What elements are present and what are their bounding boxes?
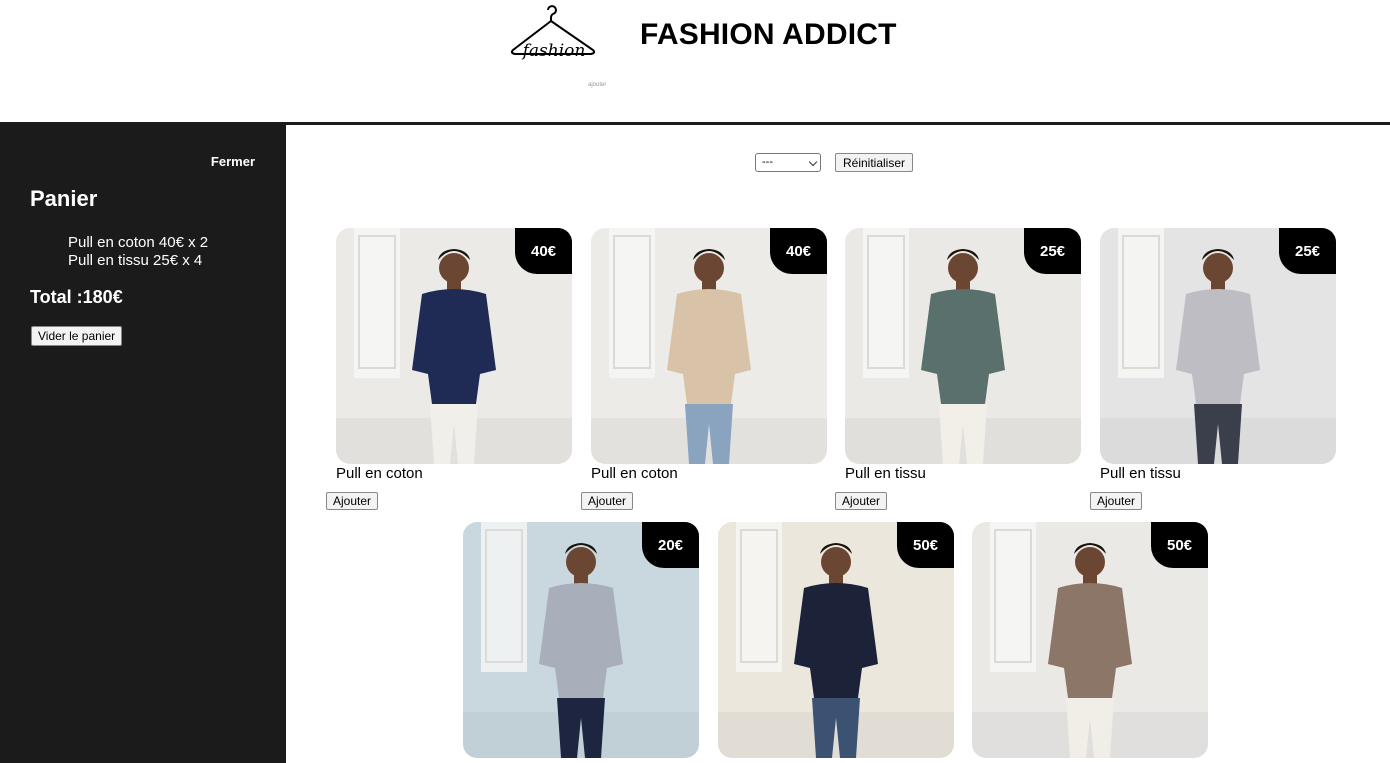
svg-text:fashion: fashion <box>521 41 586 61</box>
price-badge: 40€ <box>515 228 572 274</box>
chevron-down-icon <box>808 157 818 167</box>
cart-total: Total :180€ <box>30 287 123 307</box>
brand-title: FASHION ADDICT <box>640 18 897 51</box>
site-header: fashion ajouter FASHION ADDICT <box>0 0 1390 122</box>
add-to-cart-button[interactable]: Ajouter <box>326 492 379 510</box>
logo-caption: ajouter <box>588 82 607 88</box>
cart-item: Pull en coton 40€ x 2 <box>68 234 209 251</box>
price-badge: 50€ <box>1151 522 1208 568</box>
price-badge: 25€ <box>1024 228 1081 274</box>
price-badge: 20€ <box>642 522 699 568</box>
price-badge: 25€ <box>1279 228 1336 274</box>
add-to-cart-button[interactable]: Ajouter <box>1090 492 1143 510</box>
cart-sidebar: Fermer Panier Pull en coton 40€ x 2 Pull… <box>0 124 286 763</box>
add-to-cart-button[interactable]: Ajouter <box>581 492 634 510</box>
empty-cart-button[interactable]: Vider le panier <box>31 326 123 346</box>
cart-item: Pull en tissu 25€ x 4 <box>68 252 203 269</box>
cart-title: Panier <box>30 186 98 211</box>
cart-items-list: Pull en coton 40€ x 2 Pull en tissu 25€ … <box>68 234 208 270</box>
product-name: Pull en tissu <box>845 465 926 482</box>
product-name: Pull en coton <box>336 465 423 482</box>
product-name: Pull en coton <box>591 465 678 482</box>
close-cart-button[interactable]: Fermer <box>211 154 255 169</box>
reset-button[interactable]: Réinitialiser <box>835 153 914 172</box>
product-name: Pull en tissu <box>1100 465 1181 482</box>
price-badge: 40€ <box>770 228 827 274</box>
price-badge: 50€ <box>897 522 954 568</box>
category-select[interactable]: --- <box>755 153 821 172</box>
hanger-logo-icon: fashion <box>508 2 600 70</box>
add-to-cart-button[interactable]: Ajouter <box>835 492 888 510</box>
category-select-value: --- <box>762 156 773 168</box>
